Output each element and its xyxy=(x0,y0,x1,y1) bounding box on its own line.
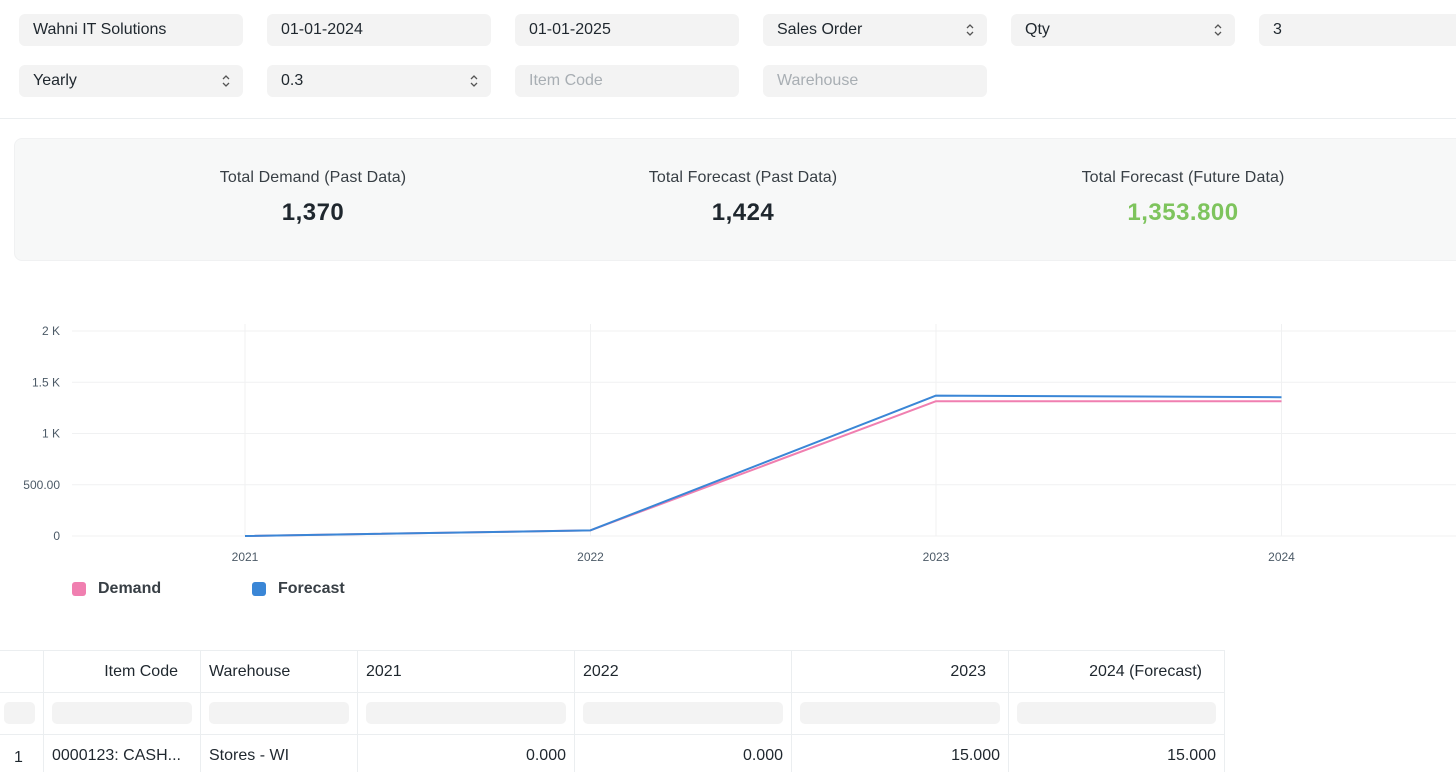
legend-item-demand[interactable]: Demand xyxy=(72,579,161,599)
report-table: Item Code Warehouse 2021 2022 2023 2024 … xyxy=(0,650,1225,772)
filter-cell xyxy=(43,693,200,735)
y-tick-label: 1 K xyxy=(42,427,60,441)
select-chevron-icon xyxy=(221,65,233,97)
filter-bar: Wahni IT Solutions 01-01-2024 01-01-2025… xyxy=(0,0,1456,119)
item-code-cell[interactable]: 0000123: CASH... xyxy=(43,735,200,772)
item-code-filter-input[interactable] xyxy=(52,702,192,724)
filter-cell xyxy=(200,693,357,735)
column-header-2021[interactable]: 2021 xyxy=(357,651,574,693)
year-2023-cell: 15.000 xyxy=(791,735,1008,772)
column-header-2024-forecast[interactable]: 2024 (Forecast) xyxy=(1008,651,1225,693)
series-line-demand xyxy=(244,400,1282,537)
table-header-row: Item Code Warehouse 2021 2022 2023 2024 … xyxy=(0,651,1225,693)
summary-card-total-demand: Total Demand (Past Data) 1,370 xyxy=(163,169,463,227)
column-header-warehouse[interactable]: Warehouse xyxy=(200,651,357,693)
legend-label: Demand xyxy=(98,580,162,597)
year-2022-filter-input[interactable] xyxy=(583,702,783,724)
summary-card-past-forecast: Total Forecast (Past Data) 1,424 xyxy=(593,169,893,227)
select-chevron-icon xyxy=(1213,14,1225,46)
select-chevron-icon xyxy=(469,65,481,97)
demand-forecast-chart: 0 500.00 1 K 1.5 K 2 K 2021 2022 2023 2024 xyxy=(23,324,1456,564)
year-2021-filter-input[interactable] xyxy=(366,702,566,724)
summary-value: 1,353.800 xyxy=(1127,199,1239,226)
y-tick-label: 2 K xyxy=(42,324,60,338)
smoothing-constant-value: 0.3 xyxy=(281,72,304,89)
periodicity-value: Yearly xyxy=(33,72,77,89)
periodicity-select[interactable]: Yearly xyxy=(19,65,243,97)
summary-label: Total Forecast (Past Data) xyxy=(648,169,838,186)
column-header-2023[interactable]: 2023 xyxy=(791,651,1008,693)
column-header-item-code[interactable]: Item Code xyxy=(43,651,200,693)
based-on-field-value: Qty xyxy=(1025,21,1050,38)
y-tick-label: 1.5 K xyxy=(32,375,60,389)
to-date-field[interactable]: 01-01-2025 xyxy=(515,14,739,46)
filter-cell xyxy=(791,693,1008,735)
table-filter-row xyxy=(0,693,1225,735)
row-index-cell: 1 xyxy=(14,749,23,766)
warehouse-cell[interactable]: Stores - WI xyxy=(200,735,357,772)
year-2023-filter-input[interactable] xyxy=(800,702,1000,724)
year-2022-cell: 0.000 xyxy=(574,735,791,772)
y-tick-label: 0 xyxy=(53,529,60,543)
no-of-years-field[interactable]: 3 xyxy=(1259,14,1456,46)
legend-item-forecast[interactable]: Forecast xyxy=(252,579,345,599)
y-tick-label: 500.00 xyxy=(23,478,60,492)
row-index-filter-input[interactable] xyxy=(4,702,35,724)
summary-label: Total Forecast (Future Data) xyxy=(1081,169,1285,186)
summary-value: 1,370 xyxy=(281,199,345,226)
x-tick-label: 2021 xyxy=(232,550,259,564)
year-2021-cell: 0.000 xyxy=(357,735,574,772)
x-tick-label: 2023 xyxy=(923,550,950,564)
filter-cell xyxy=(357,693,574,735)
from-date-field[interactable]: 01-01-2024 xyxy=(267,14,491,46)
column-header-row-index xyxy=(0,651,43,693)
summary-label: Total Demand (Past Data) xyxy=(219,169,407,186)
legend-label: Forecast xyxy=(278,580,345,597)
x-tick-label: 2024 xyxy=(1268,550,1295,564)
demand-swatch xyxy=(72,582,86,596)
warehouse-input[interactable]: Warehouse xyxy=(763,65,987,97)
summary-card-future-forecast: Total Forecast (Future Data) 1,353.800 xyxy=(1033,169,1333,227)
forecast-swatch xyxy=(252,582,266,596)
column-header-2022[interactable]: 2022 xyxy=(574,651,791,693)
select-chevron-icon xyxy=(965,14,977,46)
year-2024-filter-input[interactable] xyxy=(1017,702,1216,724)
filter-cell xyxy=(0,693,43,735)
company-field[interactable]: Wahni IT Solutions xyxy=(19,14,243,46)
warehouse-filter-input[interactable] xyxy=(209,702,349,724)
based-on-document-select[interactable]: Sales Order xyxy=(763,14,987,46)
based-on-field-select[interactable]: Qty xyxy=(1011,14,1235,46)
filter-cell xyxy=(574,693,791,735)
table-row[interactable]: 1 0000123: CASH... Stores - WI 0.000 0.0… xyxy=(0,735,1225,772)
based-on-document-value: Sales Order xyxy=(777,21,863,38)
item-code-input[interactable]: Item Code xyxy=(515,65,739,97)
year-2024-forecast-cell: 15.000 xyxy=(1008,735,1225,772)
filter-cell xyxy=(1008,693,1225,735)
x-tick-label: 2022 xyxy=(577,550,604,564)
smoothing-constant-select[interactable]: 0.3 xyxy=(267,65,491,97)
summary-value: 1,424 xyxy=(711,199,775,226)
report-summary: Total Demand (Past Data) 1,370 Total For… xyxy=(14,138,1456,261)
